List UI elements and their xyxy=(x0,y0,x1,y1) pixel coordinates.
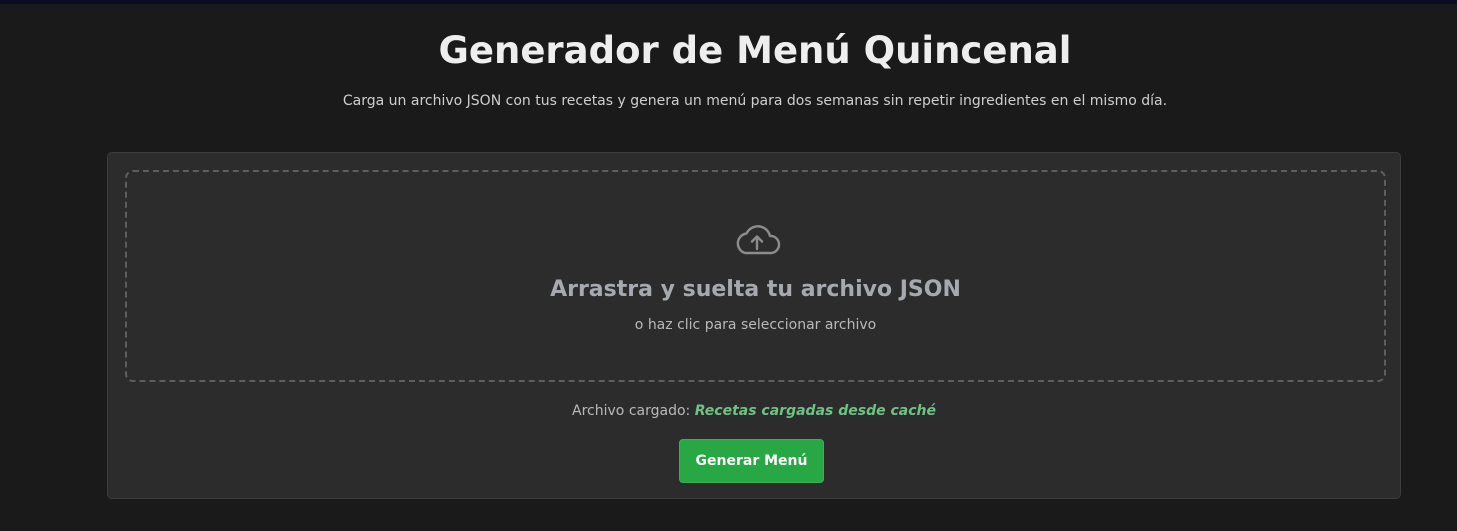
loaded-file-name: Recetas cargadas desde caché xyxy=(694,403,936,419)
generate-menu-button[interactable]: Generar Menú xyxy=(679,439,824,483)
page-title: Generador de Menú Quincenal xyxy=(438,29,1072,72)
upload-card: Arrastra y suelta tu archivo JSON o haz … xyxy=(107,152,1401,499)
top-border xyxy=(0,0,1457,4)
file-dropzone[interactable]: Arrastra y suelta tu archivo JSON o haz … xyxy=(125,170,1386,382)
dropzone-hint: o haz clic para seleccionar archivo xyxy=(634,317,877,333)
dropzone-title: Arrastra y suelta tu archivo JSON xyxy=(550,277,961,302)
page-subtitle: Carga un archivo JSON con tus recetas y … xyxy=(342,93,1168,109)
cloud-upload-icon xyxy=(732,222,782,258)
file-status: Archivo cargado: Recetas cargadas desde … xyxy=(108,401,1400,421)
file-status-label: Archivo cargado: xyxy=(572,403,691,419)
